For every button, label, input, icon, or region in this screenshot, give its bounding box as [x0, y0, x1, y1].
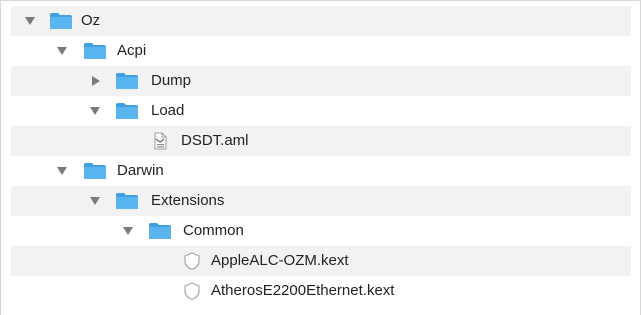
outline-tree: Oz Acpi Dump Load DSDT.aml Darwin Extens…: [11, 6, 631, 306]
folder-icon: [84, 163, 106, 179]
kext-shield-icon: [184, 252, 200, 271]
tree-label: Oz: [81, 12, 101, 29]
tree-row-extensions[interactable]: Extensions: [11, 186, 631, 216]
folder-icon: [50, 13, 72, 29]
disclosure-triangle-down-icon[interactable]: [90, 197, 100, 205]
tree-label: Darwin: [117, 162, 164, 179]
tree-row-acpi[interactable]: Acpi: [11, 36, 631, 66]
tree-label: AtherosE2200Ethernet.kext: [211, 282, 395, 299]
folder-icon: [84, 43, 106, 59]
tree-row-darwin[interactable]: Darwin: [11, 156, 631, 186]
folder-icon: [116, 193, 138, 209]
disclosure-triangle-down-icon[interactable]: [25, 17, 35, 25]
tree-row-dsdt[interactable]: DSDT.aml: [11, 126, 631, 156]
aml-file-icon: [154, 132, 167, 150]
tree-row-common[interactable]: Common: [11, 216, 631, 246]
folder-icon: [116, 73, 138, 89]
folder-icon: [116, 103, 138, 119]
tree-label: DSDT.aml: [181, 132, 249, 149]
tree-label: AppleALC-OZM.kext: [211, 252, 349, 269]
tree-row-dump[interactable]: Dump: [11, 66, 631, 96]
tree-row-applealc[interactable]: AppleALC-OZM.kext: [11, 246, 631, 276]
finder-window: Oz Acpi Dump Load DSDT.aml Darwin Extens…: [0, 0, 641, 315]
tree-row-atheros[interactable]: AtherosE2200Ethernet.kext: [11, 276, 631, 306]
tree-row-load[interactable]: Load: [11, 96, 631, 126]
kext-shield-icon: [184, 282, 200, 301]
disclosure-triangle-down-icon[interactable]: [57, 47, 67, 55]
tree-label: Load: [151, 102, 185, 119]
tree-label: Dump: [151, 72, 192, 89]
disclosure-triangle-right-icon[interactable]: [92, 76, 100, 86]
tree-label: Extensions: [151, 192, 225, 209]
disclosure-triangle-down-icon[interactable]: [57, 167, 67, 175]
disclosure-triangle-down-icon[interactable]: [90, 107, 100, 115]
tree-label: Acpi: [117, 42, 147, 59]
tree-row-oz[interactable]: Oz: [11, 6, 631, 36]
folder-icon: [149, 223, 171, 239]
tree-label: Common: [183, 222, 244, 239]
disclosure-triangle-down-icon[interactable]: [123, 227, 133, 235]
